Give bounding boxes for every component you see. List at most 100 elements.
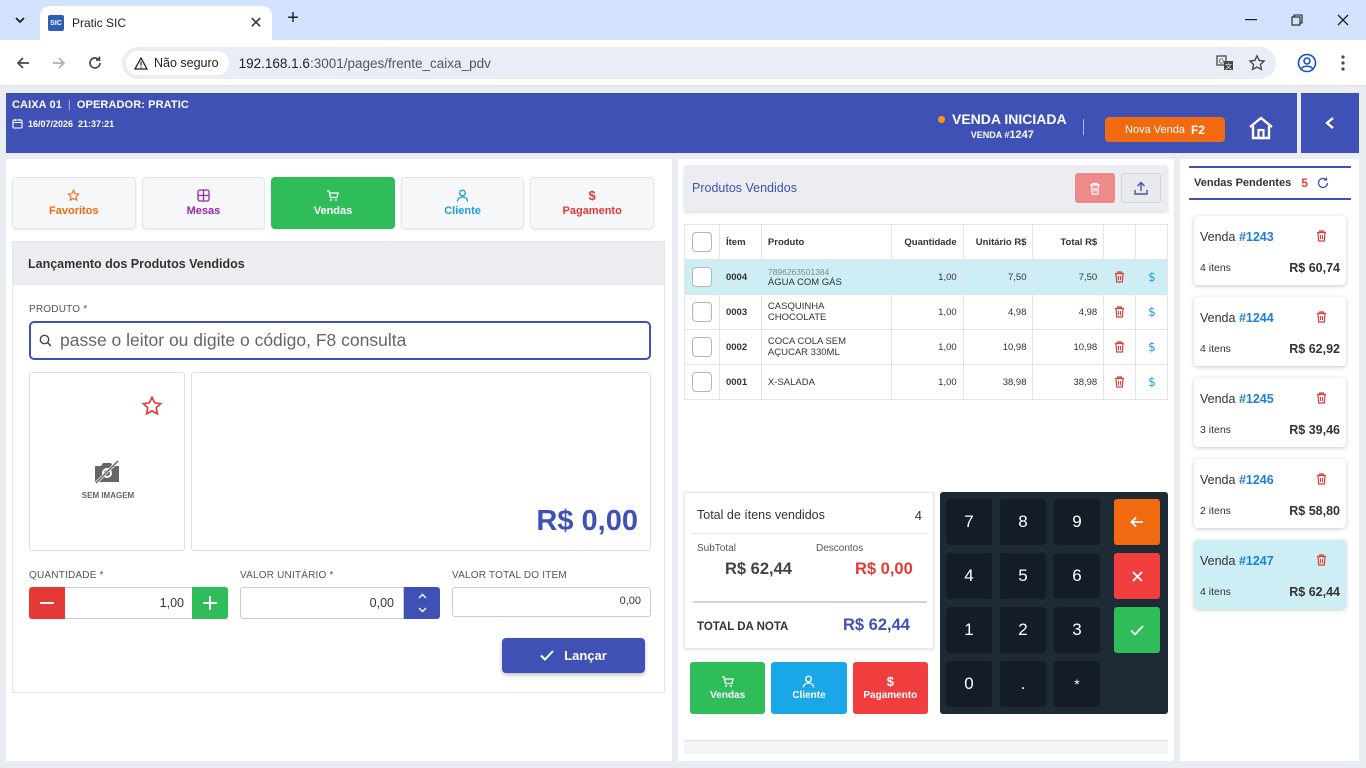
- refresh-icon[interactable]: [1317, 177, 1329, 189]
- key-dot[interactable]: .: [1000, 661, 1046, 707]
- decrease-quantity-button[interactable]: [29, 587, 65, 619]
- security-chip[interactable]: Não seguro: [126, 51, 229, 75]
- trash-icon[interactable]: [1104, 306, 1135, 318]
- svg-text:$: $: [1148, 305, 1156, 319]
- tab-search-icon[interactable]: [8, 8, 32, 32]
- key-2[interactable]: 2: [1000, 607, 1046, 653]
- trash-icon[interactable]: [1316, 311, 1327, 323]
- key-0[interactable]: 0: [946, 661, 992, 707]
- sale-title: Venda #1245: [1200, 392, 1274, 406]
- quantity-stepper: 1,00: [29, 587, 228, 619]
- increase-quantity-button[interactable]: [192, 587, 228, 619]
- unit-value-spinner[interactable]: [404, 587, 440, 619]
- table-row[interactable]: 0001 X-SALADA 1,00 38,98 38,98 $: [684, 364, 1168, 400]
- cancel-key[interactable]: [1114, 553, 1160, 599]
- dollar-circle-icon[interactable]: $: [1136, 375, 1167, 389]
- tab-mesas[interactable]: Mesas: [141, 177, 266, 229]
- clear-items-button[interactable]: [1075, 173, 1115, 203]
- trash-icon[interactable]: [1104, 376, 1135, 388]
- row-checkbox[interactable]: [691, 267, 712, 287]
- launch-title: Lançamento dos Produtos Vendidos: [13, 242, 664, 285]
- row-delete-cell: [1103, 259, 1137, 295]
- table-row[interactable]: 0003 CASQUINHA CHOCOLATE 1,00 4,98 4,98 …: [684, 294, 1168, 330]
- forward-arrow-icon[interactable]: [48, 52, 70, 74]
- key-5[interactable]: 5: [1000, 553, 1046, 599]
- favorite-star-icon[interactable]: [141, 395, 163, 417]
- table-row[interactable]: 0004 7896263501384 ÁGUA COM GÁS 1,00 7,50…: [684, 259, 1168, 295]
- key-7[interactable]: 7: [946, 499, 992, 545]
- key-asterisk[interactable]: *: [1054, 661, 1100, 707]
- close-tab-icon[interactable]: ✕: [248, 13, 264, 33]
- quantity-input[interactable]: 1,00: [65, 587, 192, 619]
- translate-icon[interactable]: 文G: [1214, 52, 1236, 74]
- trash-icon[interactable]: [1104, 271, 1135, 283]
- lancar-label: Lançar: [564, 648, 607, 663]
- vendas-button[interactable]: Vendas: [690, 662, 766, 714]
- dollar-circle-icon[interactable]: $: [1136, 340, 1167, 354]
- lancar-button[interactable]: Lançar: [502, 638, 645, 673]
- new-tab-icon[interactable]: +: [282, 8, 304, 30]
- back-arrow-icon[interactable]: [12, 52, 34, 74]
- tab-favoritos[interactable]: Favoritos: [12, 177, 136, 229]
- pagamento-button[interactable]: $ Pagamento: [852, 662, 928, 714]
- total-nota-value: R$ 62,44: [843, 616, 910, 634]
- pending-sale-card[interactable]: Venda #1244 4 itens R$ 62,92: [1194, 297, 1346, 366]
- pending-header: Vendas Pendentes 5: [1189, 166, 1351, 200]
- trash-icon[interactable]: [1316, 473, 1327, 485]
- home-icon[interactable]: [1247, 115, 1275, 141]
- collapse-panel-button[interactable]: [1301, 93, 1359, 153]
- cliente-button[interactable]: Cliente: [771, 662, 847, 714]
- dollar-circle-icon[interactable]: $: [1136, 270, 1167, 284]
- address-bar[interactable]: Não seguro 192.168.1.6:3001/pages/frente…: [122, 47, 1276, 79]
- confirm-key[interactable]: [1114, 607, 1160, 653]
- status-text: VENDA INICIADA: [952, 111, 1067, 127]
- trash-icon[interactable]: [1316, 230, 1327, 242]
- row-checkbox[interactable]: [691, 302, 712, 322]
- minimize-icon[interactable]: [1228, 0, 1274, 40]
- trash-icon[interactable]: [1316, 392, 1327, 404]
- dollar-circle-icon[interactable]: $: [1136, 305, 1167, 319]
- bookmark-star-icon[interactable]: [1246, 52, 1268, 74]
- tab-cliente-label: Cliente: [444, 205, 481, 217]
- nova-venda-button[interactable]: Nova Venda F2: [1105, 117, 1225, 142]
- item-total-input[interactable]: 0,00: [452, 587, 651, 617]
- profile-icon[interactable]: [1296, 52, 1318, 74]
- restore-icon[interactable]: [1274, 0, 1320, 40]
- unit-value-input[interactable]: 0,00: [240, 587, 404, 619]
- tab-vendas[interactable]: Vendas: [271, 177, 395, 229]
- kebab-menu-icon[interactable]: [1332, 52, 1354, 74]
- pending-sale-card[interactable]: Venda #1245 3 itens R$ 39,46: [1194, 378, 1346, 447]
- upload-button[interactable]: [1121, 173, 1161, 203]
- pending-sale-card[interactable]: Venda #1246 2 itens R$ 58,80: [1194, 459, 1346, 528]
- pending-count: 5: [1301, 176, 1308, 190]
- row-checkbox[interactable]: [691, 372, 712, 392]
- row-checkbox[interactable]: [691, 337, 712, 357]
- product-search-input[interactable]: [60, 330, 649, 351]
- key-3[interactable]: 3: [1054, 607, 1100, 653]
- chevron-up-icon[interactable]: [418, 593, 427, 599]
- tab-cliente[interactable]: Cliente: [400, 177, 525, 229]
- close-window-icon[interactable]: [1320, 0, 1366, 40]
- table-row[interactable]: 0002 COCA COLA SEM AÇUCAR 330ML 1,00 10,…: [684, 329, 1168, 365]
- backspace-key[interactable]: [1114, 499, 1160, 545]
- select-all-checkbox[interactable]: [691, 232, 712, 252]
- trash-icon[interactable]: [1104, 341, 1135, 353]
- row-unit: 38,98: [962, 364, 1034, 400]
- browser-tab[interactable]: SIC Pratic SIC ✕: [40, 6, 272, 40]
- key-9[interactable]: 9: [1054, 499, 1100, 545]
- reload-icon[interactable]: [84, 52, 106, 74]
- pending-sale-card[interactable]: Venda #1247 4 itens R$ 62,44: [1194, 540, 1346, 609]
- sale-number: #1247: [1238, 554, 1274, 568]
- key-6[interactable]: 6: [1054, 553, 1100, 599]
- tab-mesas-label: Mesas: [186, 205, 221, 217]
- tab-pagamento[interactable]: $ Pagamento: [530, 177, 654, 229]
- product-search-field[interactable]: [29, 321, 651, 360]
- chevron-down-icon[interactable]: [418, 607, 427, 613]
- key-8[interactable]: 8: [1000, 499, 1046, 545]
- row-checkbox-cell: [684, 364, 720, 400]
- pending-sale-card[interactable]: Venda #1243 4 itens R$ 60,74: [1194, 216, 1346, 285]
- row-delete-cell: [1103, 364, 1137, 400]
- key-1[interactable]: 1: [946, 607, 992, 653]
- key-4[interactable]: 4: [946, 553, 992, 599]
- trash-icon[interactable]: [1316, 554, 1327, 566]
